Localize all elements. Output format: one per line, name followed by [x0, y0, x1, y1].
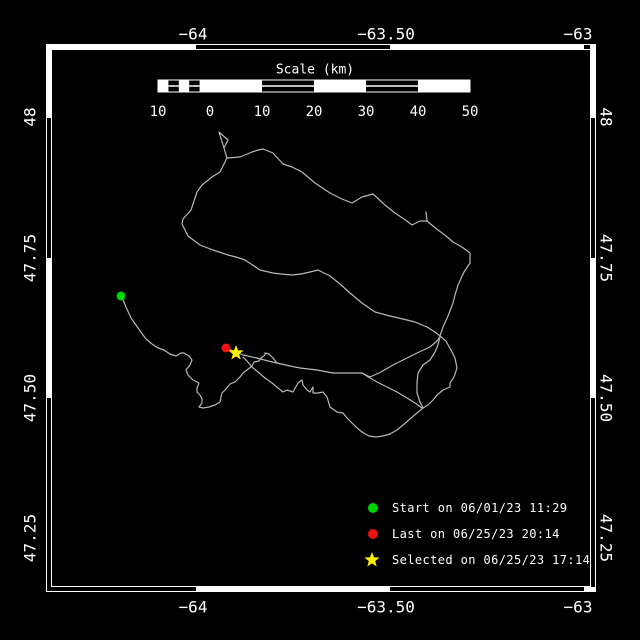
lat-label-right-48: 48 [596, 107, 616, 127]
track-line-return [242, 356, 424, 438]
legend-label-start: Start on 06/01/23 11:29 [392, 501, 568, 515]
start-marker[interactable] [116, 291, 126, 301]
legend-markers [364, 503, 380, 567]
track-line-from-start [121, 296, 278, 409]
lon-label-bottom-64: −64 [178, 597, 208, 617]
legend-last-dot-icon [368, 529, 378, 539]
legend-label-last: Last on 06/25/23 20:14 [392, 527, 560, 541]
legend-start-dot-icon [368, 503, 378, 513]
legend-star-icon [364, 552, 380, 567]
scale-bar [157, 79, 471, 93]
legend-label-selected: Selected on 06/25/23 17:14 [392, 553, 591, 567]
lon-label-top-6350: −63.50 [357, 24, 415, 44]
scale-tick-20: 20 [305, 104, 323, 120]
scale-tick-50: 50 [461, 104, 479, 120]
track-line-outbound [225, 347, 423, 409]
lat-label-left-4775: 47.75 [20, 233, 40, 283]
lat-label-right-4750: 47.50 [596, 373, 616, 423]
track-line-triangle [218, 131, 229, 159]
lat-label-right-4775: 47.75 [596, 233, 616, 283]
lon-label-bottom-6350: −63.50 [357, 597, 415, 617]
selected-star-marker[interactable] [228, 345, 244, 360]
star-icon [228, 345, 244, 360]
lon-label-top-64: −64 [178, 24, 208, 44]
scale-tick-30: 30 [357, 104, 375, 120]
track [121, 131, 471, 438]
lon-label-bottom-63: −63 [563, 597, 593, 617]
scale-tick-10L: 10 [149, 104, 167, 120]
lon-label-top-63: −63 [563, 24, 593, 44]
lat-label-left-4725: 47.25 [20, 513, 40, 563]
lat-label-right-4725: 47.25 [596, 513, 616, 563]
lat-label-left-4750: 47.50 [20, 373, 40, 423]
track-line-ne-branch [361, 336, 441, 378]
scale-tick-0: 0 [205, 104, 215, 120]
track-line-main-loop [181, 148, 471, 337]
track-line-notch [425, 211, 428, 222]
lat-label-left-48: 48 [20, 107, 40, 127]
map-window: −64 −63.50 −63 −64 −63.50 −63 48 47.75 4… [0, 0, 640, 640]
scale-bar-title: Scale (km) [275, 62, 355, 78]
last-marker[interactable] [221, 343, 231, 353]
map-plot-area[interactable] [0, 0, 640, 640]
scale-tick-40: 40 [409, 104, 427, 120]
scale-tick-10: 10 [253, 104, 271, 120]
track-line-east-loop [416, 335, 458, 409]
